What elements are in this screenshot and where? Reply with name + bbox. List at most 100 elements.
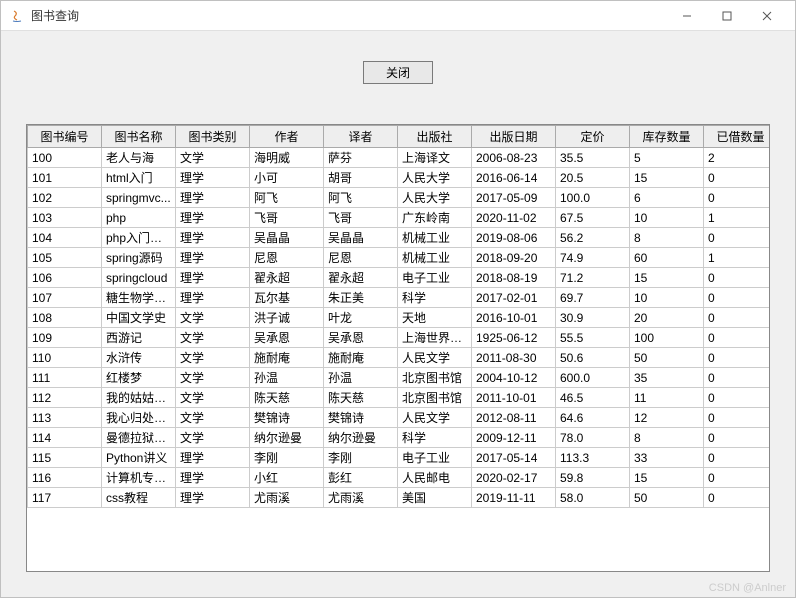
table-cell[interactable]: 0 <box>704 268 771 288</box>
table-row[interactable]: 100老人与海文学海明威萨芬上海译文2006-08-2335.552 <box>28 148 771 168</box>
table-cell[interactable]: 0 <box>704 468 771 488</box>
table-row[interactable]: 103php理学飞哥飞哥广东岭南2020-11-0267.5101 <box>28 208 771 228</box>
table-cell[interactable]: 0 <box>704 408 771 428</box>
table-cell[interactable]: 上海译文 <box>398 148 472 168</box>
table-cell[interactable]: 2011-08-30 <box>472 348 556 368</box>
table-cell[interactable]: 1 <box>704 208 771 228</box>
table-cell[interactable]: 阿飞 <box>250 188 324 208</box>
table-cell[interactable]: 理学 <box>176 168 250 188</box>
table-cell[interactable]: 0 <box>704 168 771 188</box>
table-cell[interactable]: 5 <box>630 148 704 168</box>
table-cell[interactable]: 科学 <box>398 288 472 308</box>
column-header[interactable]: 已借数量 <box>704 126 771 148</box>
maximize-button[interactable] <box>707 2 747 30</box>
table-cell[interactable]: 樊锦诗 <box>250 408 324 428</box>
table-cell[interactable]: 0 <box>704 348 771 368</box>
table-cell[interactable]: 施耐庵 <box>250 348 324 368</box>
table-cell[interactable]: springcloud <box>102 268 176 288</box>
column-header[interactable]: 图书编号 <box>28 126 102 148</box>
table-cell[interactable]: 2009-12-11 <box>472 428 556 448</box>
table-cell[interactable]: 2017-05-14 <box>472 448 556 468</box>
table-cell[interactable]: 电子工业 <box>398 268 472 288</box>
table-cell[interactable]: 15 <box>630 268 704 288</box>
table-cell[interactable]: 理学 <box>176 448 250 468</box>
table-cell[interactable]: 小可 <box>250 168 324 188</box>
column-header[interactable]: 图书类别 <box>176 126 250 148</box>
table-cell[interactable]: 孙温 <box>324 368 398 388</box>
table-row[interactable]: 117css教程理学尤雨溪尤雨溪美国2019-11-1158.0500 <box>28 488 771 508</box>
table-row[interactable]: 107糖生物学基础理学瓦尔基朱正美科学2017-02-0169.7100 <box>28 288 771 308</box>
table-cell[interactable]: 55.5 <box>556 328 630 348</box>
table-cell[interactable]: 天地 <box>398 308 472 328</box>
table-cell[interactable]: 文学 <box>176 388 250 408</box>
table-cell[interactable]: 人民大学 <box>398 188 472 208</box>
table-cell[interactable]: 中国文学史 <box>102 308 176 328</box>
table-cell[interactable]: 109 <box>28 328 102 348</box>
table-row[interactable]: 114曼德拉狱中...文学纳尔逊曼纳尔逊曼科学2009-12-1178.080 <box>28 428 771 448</box>
table-cell[interactable]: 74.9 <box>556 248 630 268</box>
table-cell[interactable]: 112 <box>28 388 102 408</box>
table-cell[interactable]: 2020-11-02 <box>472 208 556 228</box>
table-cell[interactable]: 机械工业 <box>398 248 472 268</box>
table-cell[interactable]: springmvc... <box>102 188 176 208</box>
table-cell[interactable]: 2019-11-11 <box>472 488 556 508</box>
table-cell[interactable]: php <box>102 208 176 228</box>
table-cell[interactable]: 20 <box>630 308 704 328</box>
table-cell[interactable]: 人民邮电 <box>398 468 472 488</box>
table-cell[interactable]: 64.6 <box>556 408 630 428</box>
table-container[interactable]: 图书编号图书名称图书类别作者译者出版社出版日期定价库存数量已借数量 100老人与… <box>26 124 770 572</box>
table-cell[interactable]: 78.0 <box>556 428 630 448</box>
table-cell[interactable]: 10 <box>630 208 704 228</box>
table-cell[interactable]: spring源码 <box>102 248 176 268</box>
minimize-button[interactable] <box>667 2 707 30</box>
table-cell[interactable]: 2011-10-01 <box>472 388 556 408</box>
table-cell[interactable]: 6 <box>630 188 704 208</box>
table-cell[interactable]: 50 <box>630 488 704 508</box>
table-row[interactable]: 111红楼梦文学孙温孙温北京图书馆2004-10-12600.0350 <box>28 368 771 388</box>
table-cell[interactable]: 111 <box>28 368 102 388</box>
table-cell[interactable]: 翟永超 <box>250 268 324 288</box>
table-cell[interactable]: 飞哥 <box>324 208 398 228</box>
table-cell[interactable]: 100.0 <box>556 188 630 208</box>
table-cell[interactable]: 113 <box>28 408 102 428</box>
table-cell[interactable]: 101 <box>28 168 102 188</box>
table-cell[interactable]: 机械工业 <box>398 228 472 248</box>
table-cell[interactable]: 糖生物学基础 <box>102 288 176 308</box>
table-cell[interactable]: 0 <box>704 488 771 508</box>
table-cell[interactable]: 2019-08-06 <box>472 228 556 248</box>
table-cell[interactable]: 李刚 <box>324 448 398 468</box>
column-header[interactable]: 出版日期 <box>472 126 556 148</box>
table-cell[interactable]: 吴承恩 <box>324 328 398 348</box>
table-cell[interactable]: 35.5 <box>556 148 630 168</box>
table-cell[interactable]: 2018-08-19 <box>472 268 556 288</box>
table-cell[interactable]: css教程 <box>102 488 176 508</box>
table-cell[interactable]: 翟永超 <box>324 268 398 288</box>
table-cell[interactable]: 1925-06-12 <box>472 328 556 348</box>
table-cell[interactable]: 美国 <box>398 488 472 508</box>
column-header[interactable]: 译者 <box>324 126 398 148</box>
table-cell[interactable]: 理学 <box>176 228 250 248</box>
table-cell[interactable]: 0 <box>704 188 771 208</box>
table-cell[interactable]: 2016-10-01 <box>472 308 556 328</box>
table-cell[interactable]: 50 <box>630 348 704 368</box>
table-cell[interactable]: 12 <box>630 408 704 428</box>
table-row[interactable]: 113我心归处是...文学樊锦诗樊锦诗人民文学2012-08-1164.6120 <box>28 408 771 428</box>
table-cell[interactable]: 文学 <box>176 328 250 348</box>
table-cell[interactable]: 纳尔逊曼 <box>324 428 398 448</box>
table-cell[interactable]: 理学 <box>176 268 250 288</box>
table-cell[interactable]: 小红 <box>250 468 324 488</box>
table-cell[interactable]: 吴承恩 <box>250 328 324 348</box>
table-cell[interactable]: 2006-08-23 <box>472 148 556 168</box>
table-cell[interactable]: 红楼梦 <box>102 368 176 388</box>
table-cell[interactable]: 瓦尔基 <box>250 288 324 308</box>
table-cell[interactable]: 理学 <box>176 288 250 308</box>
table-row[interactable]: 110水浒传文学施耐庵施耐庵人民文学2011-08-3050.6500 <box>28 348 771 368</box>
table-cell[interactable]: 8 <box>630 228 704 248</box>
table-cell[interactable]: 理学 <box>176 488 250 508</box>
table-cell[interactable]: 我心归处是... <box>102 408 176 428</box>
table-row[interactable]: 112我的姑姑三毛文学陈天慈陈天慈北京图书馆2011-10-0146.5110 <box>28 388 771 408</box>
table-cell[interactable]: 理学 <box>176 188 250 208</box>
table-cell[interactable]: 我的姑姑三毛 <box>102 388 176 408</box>
table-cell[interactable]: 彭红 <box>324 468 398 488</box>
table-cell[interactable]: 北京图书馆 <box>398 368 472 388</box>
